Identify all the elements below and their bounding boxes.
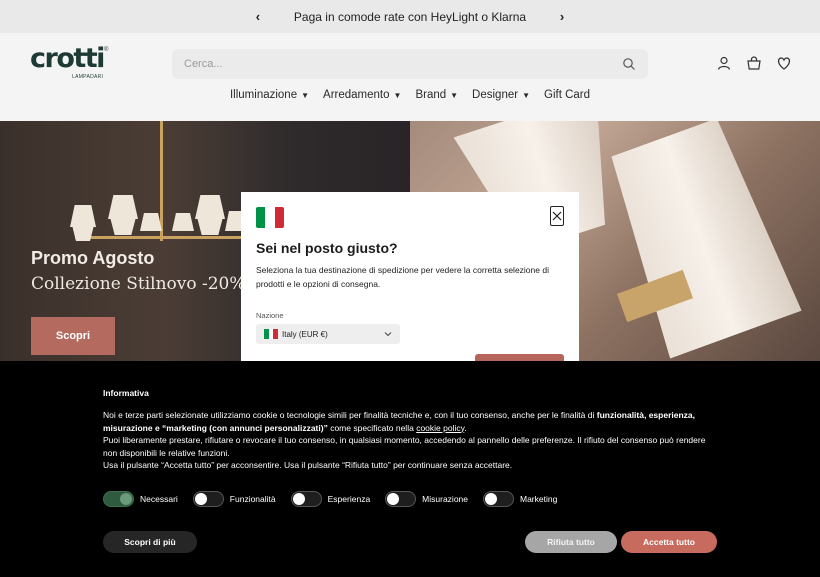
header-actions [716,55,792,71]
hero-subtitle: Collezione Stilnovo -20% [31,274,246,294]
site-header: crotti ® LAMPADARI Cerca... Illuminazion… [0,33,820,121]
cookie-banner: Informativa Noi e terze parti selezionat… [0,361,820,577]
search-placeholder: Cerca... [184,58,223,70]
nav-label: Designer [472,89,519,101]
logo-wordmark: crotti [30,43,105,74]
nav-item-designer[interactable]: Designer ▼ [472,89,530,101]
chevron-down-icon [384,330,392,339]
toggle-switch[interactable] [103,491,134,507]
modal-title: Sei nel posto giusto? [256,240,398,256]
cookie-text: Noi e terze parti selezionate utilizziam… [103,410,597,420]
toggle-label: Funzionalità [229,494,276,504]
toggle-funzionalita: Funzionalità [192,491,276,507]
cart-icon[interactable] [746,55,762,71]
nav-label: Brand [415,89,447,101]
chevron-down-icon: ▼ [522,90,530,100]
chevron-down-icon: ▼ [450,90,459,100]
nav-item-gift-card[interactable]: Gift Card [544,89,590,101]
search-icon[interactable] [622,57,636,71]
toggle-misurazione: Misurazione [385,491,468,507]
italy-flag-icon [264,329,279,339]
italy-flag-icon [256,207,284,228]
nav-label: Illuminazione [229,89,298,101]
confirm-country-button[interactable] [475,354,564,361]
nation-select[interactable]: Italy (EUR €) [256,324,400,344]
chevron-right-icon[interactable]: › [556,9,568,24]
toggle-label: Misurazione [422,494,468,504]
toggle-switch[interactable] [483,491,514,507]
toggle-switch[interactable] [192,491,224,507]
toggle-marketing: Marketing [483,491,557,507]
chevron-down-icon: ▼ [301,90,310,100]
cookie-paragraph-2: Puoi liberamente prestare, rifiutare o r… [103,435,706,458]
country-selector-modal: Sei nel posto giusto? Seleziona la tua d… [241,192,579,361]
cookie-text: . [464,422,467,433]
toggle-esperienza: Esperienza [290,491,371,507]
logo-subtitle: LAMPADARI [72,74,104,80]
hero-cta-button[interactable]: Scopri [31,317,115,355]
cookie-text: come specificato nella [327,422,417,433]
cookie-policy-link[interactable]: cookie policy [416,423,464,433]
accept-all-button[interactable]: Accetta tutto [621,531,717,553]
consent-toggles: Necessari Funzionalità Esperienza Misura… [103,491,572,507]
toggle-necessari: Necessari [103,491,178,507]
toggle-label: Necessari [140,494,178,504]
nav-item-arredamento[interactable]: Arredamento ▼ [323,89,401,101]
chevron-down-icon: ▼ [393,90,402,100]
cookie-title: Informativa [103,388,149,398]
cookie-body: Noi e terze parti selezionate utilizziam… [103,409,715,472]
learn-more-button[interactable]: Scopri di più [103,531,197,553]
logo-registered-mark: ® [104,47,109,53]
nation-value: Italy (EUR €) [282,329,328,339]
modal-description: Seleziona la tua destinazione di spedizi… [256,265,549,289]
cookie-paragraph-3: Usa il pulsante “Accetta tutto” per acco… [103,460,513,470]
main-navigation: Illuminazione ▼ Arredamento ▼ Brand ▼ Desig… [0,89,820,101]
cookie-paragraph-1: Noi e terze parti selezionate utilizziam… [103,409,715,434]
nav-label: Arredamento [323,89,390,101]
nav-label: Gift Card [544,89,591,101]
toggle-switch[interactable] [290,491,322,507]
nav-item-illuminazione[interactable]: Illuminazione ▼ [230,89,309,101]
toggle-label: Marketing [520,494,558,504]
nav-item-brand[interactable]: Brand ▼ [415,89,458,101]
nation-label: Nazione [256,311,284,320]
wishlist-icon[interactable] [776,55,792,71]
announcement-text: Paga in comode rate con HeyLight o Klarn… [293,9,527,24]
announcement-bar: ‹ Paga in comode rate con HeyLight o Kla… [0,0,820,33]
toggle-label: Esperienza [327,494,371,504]
account-icon[interactable] [716,55,732,71]
brand-logo[interactable]: crotti ® LAMPADARI [30,45,110,81]
search-input[interactable]: Cerca... [172,49,648,79]
close-icon[interactable] [550,206,564,226]
toggle-switch[interactable] [385,491,417,507]
chevron-left-icon[interactable]: ‹ [252,9,264,24]
reject-all-button[interactable]: Rifiuta tutto [525,531,617,553]
hero-title: Promo Agosto [31,248,155,268]
